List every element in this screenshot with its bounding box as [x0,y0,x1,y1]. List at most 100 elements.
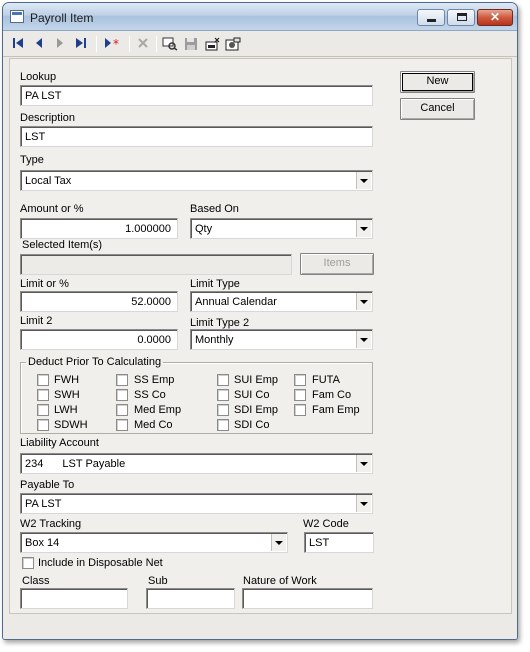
sub-field[interactable] [146,588,235,609]
delete-record-button[interactable] [134,35,152,53]
fam-emp-checkbox[interactable] [294,404,306,416]
last-record-button[interactable] [72,35,90,53]
sub-label: Sub [148,575,168,587]
close-button[interactable]: ✕ [477,9,513,26]
svg-text:*: * [113,37,119,49]
limit-type2-label: Limit Type 2 [190,317,250,329]
w2-tracking-select-value: Box 14 [25,537,60,549]
chevron-down-icon[interactable] [356,293,371,310]
med-emp-label: Med Emp [134,404,182,416]
lookup-field[interactable]: PA LST [20,85,373,106]
next-record-icon [57,38,63,48]
w2-code-field[interactable]: LST [304,532,374,553]
w2-tracking-select[interactable]: Box 14 [20,532,288,553]
first-record-button[interactable] [9,35,27,53]
ss-co-checkbox[interactable] [116,389,128,401]
payroll-item-window: Payroll Item ✕ * Lookup PA LST Descripti… [2,2,518,640]
cancel-button[interactable]: Cancel [400,98,475,120]
payable-to-label: Payable To [20,479,75,491]
find-record-button[interactable] [161,35,179,53]
chevron-down-icon[interactable] [356,331,371,348]
sui-co-checkbox[interactable] [217,389,229,401]
previous-record-icon [36,38,42,48]
description-field[interactable]: LST [20,126,373,147]
minimize-button[interactable] [417,9,445,26]
record-toolbar: * [3,31,517,57]
setup-record-button[interactable] [224,35,242,53]
save-record-button[interactable] [182,35,200,53]
minimize-icon [427,19,436,22]
class-label: Class [22,575,50,587]
nature-of-work-field[interactable] [242,588,373,609]
status-bar [3,615,517,639]
swh-checkbox[interactable] [37,389,49,401]
fam-co-label: Fam Co [312,389,352,401]
limit2-label: Limit 2 [20,315,53,327]
w2-tracking-label: W2 Tracking [20,518,82,530]
find-icon [162,37,178,51]
class-field[interactable] [20,588,128,609]
print-record-button[interactable] [203,35,221,53]
amount-label: Amount or % [20,203,84,215]
lookup-label: Lookup [20,71,57,83]
description-label: Description [20,112,76,124]
chevron-down-icon[interactable] [356,220,371,237]
toolbar-separator [129,36,130,52]
chevron-down-icon[interactable] [356,172,371,189]
chevron-down-icon[interactable] [271,534,286,551]
sdi-co-label: SDI Co [234,419,270,431]
include-disposable-label: Include in Disposable Net [38,557,163,569]
limit-type2-select-value: Monthly [195,334,234,346]
lwh-checkbox[interactable] [37,404,49,416]
type-label: Type [20,154,44,166]
previous-record-button[interactable] [30,35,48,53]
next-record-button[interactable] [51,35,69,53]
chevron-down-icon[interactable] [356,495,371,512]
sdwh-checkbox[interactable] [37,419,49,431]
sdi-emp-checkbox[interactable] [217,404,229,416]
med-co-checkbox[interactable] [116,419,128,431]
liability-account-name: LST Payable [62,458,126,470]
swh-label: SWH [54,389,80,401]
limit2-field[interactable]: 0.0000 [20,329,178,350]
fam-co-checkbox[interactable] [294,389,306,401]
title-bar[interactable]: Payroll Item ✕ [3,3,517,31]
med-emp-checkbox[interactable] [116,404,128,416]
payable-to-select[interactable]: PA LST [20,493,373,514]
ss-emp-checkbox[interactable] [116,374,128,386]
include-disposable-checkbox[interactable] [22,557,34,569]
fwh-checkbox[interactable] [37,374,49,386]
amount-field[interactable]: 1.000000 [20,218,178,239]
sui-emp-checkbox[interactable] [217,374,229,386]
sdi-emp-label: SDI Emp [234,404,279,416]
toolbar-separator [156,36,157,52]
sdwh-label: SDWH [54,419,88,431]
limit-type2-select[interactable]: Monthly [190,329,373,350]
based-on-label: Based On [190,203,239,215]
fam-emp-label: Fam Emp [312,404,360,416]
fwh-label: FWH [54,374,80,386]
limit-label: Limit or % [20,278,69,290]
save-icon [185,38,197,50]
new-record-button[interactable]: * [102,35,124,53]
type-select[interactable]: Local Tax [20,170,373,191]
based-on-select[interactable]: Qty [190,218,373,239]
liability-account-code: 234 [25,458,44,470]
items-button[interactable]: Items [300,253,374,275]
new-button[interactable]: New [400,71,475,93]
sui-co-label: SUI Co [234,389,270,401]
selected-items-field [20,254,292,275]
ss-co-label: SS Co [134,389,166,401]
maximize-button[interactable] [447,9,475,26]
last-record-icon [76,38,86,48]
sdi-co-checkbox[interactable] [217,419,229,431]
maximize-icon [457,13,467,21]
limit-type-select[interactable]: Annual Calendar [190,291,373,312]
selected-items-label: Selected Item(s) [22,239,103,251]
liability-account-select[interactable]: 234 LST Payable [20,453,373,474]
payable-to-select-value: PA LST [25,498,62,510]
futa-checkbox[interactable] [294,374,306,386]
window-title: Payroll Item [30,11,94,25]
chevron-down-icon[interactable] [356,455,371,472]
limit-field[interactable]: 52.0000 [20,291,178,312]
